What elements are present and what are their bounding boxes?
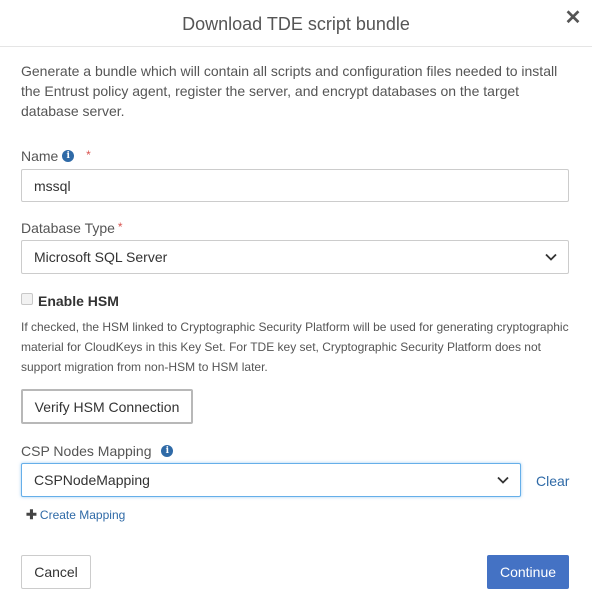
required-mark: *: [117, 220, 123, 234]
database-type-value: Microsoft SQL Server: [34, 249, 168, 265]
name-label-row: Name i *: [21, 147, 91, 166]
cancel-button[interactable]: Cancel: [21, 555, 91, 589]
csp-mapping-label-row: CSP Nodes Mapping i: [21, 442, 174, 460]
verify-hsm-button[interactable]: Verify HSM Connection: [21, 389, 193, 424]
download-tde-dialog: Download TDE script bundle ✕ Generate a …: [0, 0, 592, 614]
header-divider: [0, 46, 592, 47]
info-icon[interactable]: i: [62, 150, 75, 163]
dialog-title: Download TDE script bundle: [182, 14, 410, 34]
continue-button[interactable]: Continue: [487, 555, 569, 589]
chevron-down-icon: [497, 476, 509, 484]
csp-mapping-value: CSPNodeMapping: [34, 472, 150, 488]
enable-hsm-checkbox[interactable]: [21, 293, 33, 305]
close-icon[interactable]: ✕: [563, 8, 583, 28]
name-label: Name: [21, 148, 59, 164]
enable-hsm-label: Enable HSM: [38, 293, 119, 309]
clear-link[interactable]: Clear: [536, 472, 569, 490]
create-mapping-label: Create Mapping: [39, 508, 126, 522]
database-type-select[interactable]: Microsoft SQL Server: [21, 240, 569, 274]
info-icon[interactable]: i: [161, 445, 174, 458]
plus-icon: ✚: [26, 507, 37, 522]
dialog-description: Generate a bundle which will contain all…: [21, 63, 558, 119]
database-type-label: Database Type: [21, 220, 115, 236]
name-input[interactable]: [21, 169, 569, 202]
hsm-hint: If checked, the HSM linked to Cryptograp…: [21, 320, 569, 374]
database-type-label-row: Database Type *: [21, 219, 123, 238]
required-mark: *: [86, 148, 91, 162]
csp-mapping-select[interactable]: CSPNodeMapping: [21, 463, 521, 497]
chevron-down-icon: [545, 253, 557, 261]
create-mapping-link[interactable]: ✚ Create Mapping: [26, 507, 125, 523]
csp-mapping-label: CSP Nodes Mapping: [21, 443, 152, 459]
